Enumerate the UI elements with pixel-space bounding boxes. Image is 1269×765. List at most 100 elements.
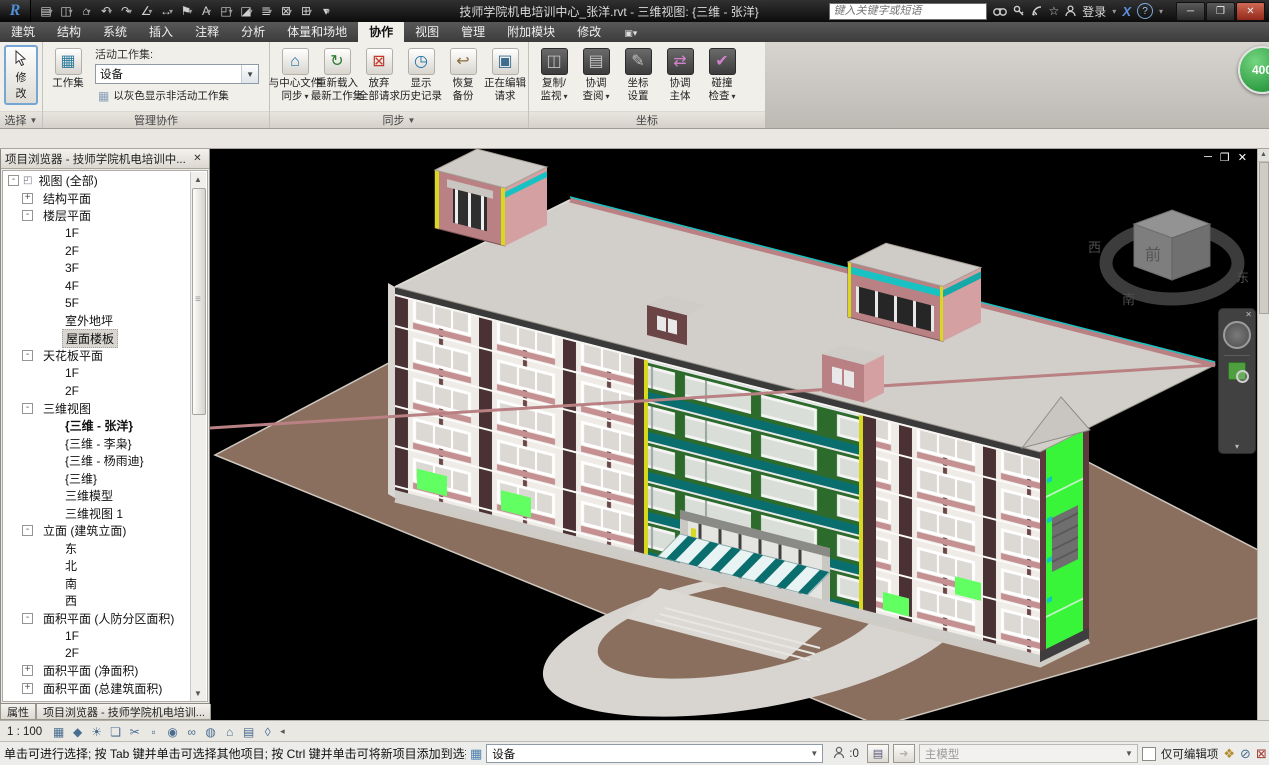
expand-toggle-icon[interactable]: - (22, 210, 33, 221)
text-icon[interactable]: A▾ (197, 2, 216, 20)
synchronize-with-central-button[interactable]: ⌂ 与中心文件 同步▾ (274, 45, 316, 103)
expand-toggle-icon[interactable] (46, 439, 55, 448)
expand-toggle-icon[interactable] (46, 649, 55, 658)
tree-item[interactable]: 2F (4, 382, 191, 400)
tree-item[interactable]: 3F (4, 260, 191, 278)
signin-dropdown-icon[interactable]: ▾ (1112, 7, 1116, 16)
section-icon[interactable]: ◪▾ (237, 2, 256, 20)
view-minimize-icon[interactable]: ─ (1204, 151, 1212, 164)
expand-toggle-icon[interactable] (46, 299, 55, 308)
expand-toggle-icon[interactable] (46, 334, 55, 343)
gray-inactive-worksets-button[interactable]: ▦ 以灰色显示非活动工作集 (95, 86, 259, 105)
tree-item[interactable]: 1F (4, 365, 191, 383)
steering-wheel-icon[interactable] (1223, 321, 1251, 349)
subscription-key-icon[interactable] (1013, 5, 1025, 17)
tab-annotate[interactable]: 注释 (184, 20, 230, 42)
editing-requests-button[interactable]: ▣ 正在编辑 请求▾ (484, 45, 526, 103)
scroll-down-icon[interactable]: ▼ (191, 686, 205, 701)
tab-view[interactable]: 视图 (404, 20, 450, 42)
worksets-button[interactable]: ▦ 工作集 (47, 45, 89, 91)
expand-toggle-icon[interactable]: - (22, 525, 33, 536)
project-browser-close-icon[interactable]: ✕ (190, 153, 205, 164)
ribbon-display-toggle[interactable]: ▣▾ (618, 25, 643, 42)
expand-toggle-icon[interactable] (46, 421, 55, 430)
expand-toggle-icon[interactable] (46, 491, 55, 500)
exchange-apps-icon[interactable]: X (1122, 4, 1131, 19)
view-scale-button[interactable]: 1 : 100 (7, 726, 42, 738)
undo-icon[interactable]: ↶▾ (97, 2, 116, 20)
expand-toggle-icon[interactable] (46, 579, 55, 588)
expand-toggle-icon[interactable]: + (22, 683, 33, 694)
aligned-dimension-icon[interactable]: ↔▾ (157, 2, 176, 20)
coordination-host-button[interactable]: ⇄ 协调 主体▾ (659, 45, 701, 103)
viewcube[interactable]: 西 南 东 前 (1088, 210, 1249, 307)
design-option-select[interactable]: 主模型▼ (919, 744, 1138, 763)
expand-toggle-icon[interactable]: - (8, 175, 19, 186)
status-workset-select[interactable]: 设备▼ (486, 744, 823, 763)
tree-item[interactable]: 室外地坪 (4, 312, 191, 330)
customize-qat-icon[interactable]: ▾▾ (317, 2, 336, 20)
canvas-scrollbar[interactable]: ▲ (1257, 148, 1269, 720)
tree-item[interactable]: 西 (4, 592, 191, 610)
visual-style-icon[interactable]: ◆ (69, 723, 86, 740)
expand-toggle-icon[interactable] (46, 631, 55, 640)
tree-item[interactable]: - 楼层平面 (4, 207, 191, 225)
select-pinned-toggle[interactable]: ⊠ (1256, 746, 1267, 762)
expand-toggle-icon[interactable] (46, 544, 55, 553)
tree-item[interactable]: {三维 - 李枭} (4, 435, 191, 453)
editing-requests-icon[interactable] (833, 746, 845, 762)
expand-toggle-icon[interactable] (46, 281, 55, 290)
tab-manage[interactable]: 管理 (450, 20, 496, 42)
tree-item[interactable]: {三维 - 张洋} (4, 417, 191, 435)
crop-view-icon[interactable]: ✂ (126, 723, 143, 740)
modify-button[interactable]: 修改 (4, 45, 38, 105)
tree-item[interactable]: 三维模型 (4, 487, 191, 505)
sign-in-icon[interactable] (1065, 5, 1076, 17)
sign-in-label[interactable]: 登录 (1082, 3, 1106, 20)
detail-level-icon[interactable]: ▦ (50, 723, 67, 740)
displacement-sets-icon[interactable]: ◊ (259, 723, 276, 740)
project-browser-titlebar[interactable]: 项目浏览器 - 技师学院机电培训中... ✕ (1, 149, 209, 169)
tab-architecture[interactable]: 建筑 (0, 20, 46, 42)
crop-region-visibility-icon[interactable]: ▫ (145, 723, 162, 740)
tab-modify[interactable]: 修改 (566, 20, 612, 42)
synchronize-panel-label[interactable]: 同步▼ (270, 111, 528, 128)
close-button[interactable]: ✕ (1236, 2, 1265, 21)
minimize-button[interactable]: ─ (1176, 2, 1205, 21)
thin-lines-icon[interactable]: ≣▾ (257, 2, 276, 20)
expand-toggle-icon[interactable] (46, 229, 55, 238)
active-workset-select[interactable]: 设备▼ (95, 64, 259, 84)
help-dropdown-icon[interactable]: ▾ (1159, 7, 1163, 16)
browser-scrollbar-thumb[interactable] (192, 188, 206, 415)
save-icon[interactable]: ◫▾ (57, 2, 76, 20)
tree-item[interactable]: {三维 - 杨雨迪} (4, 452, 191, 470)
tree-item[interactable]: 4F (4, 277, 191, 295)
application-menu-button[interactable]: R (0, 0, 31, 22)
expand-toggle-icon[interactable]: + (22, 665, 33, 676)
tree-item[interactable]: 5F (4, 295, 191, 313)
tree-item[interactable]: 东 (4, 540, 191, 558)
expand-toggle-icon[interactable] (46, 474, 55, 483)
expand-toggle-icon[interactable]: + (22, 193, 33, 204)
select-underlay-toggle[interactable]: ⊘ (1240, 746, 1251, 762)
tree-item[interactable]: - ◰ 视图 (全部) (4, 172, 191, 190)
expand-toggle-icon[interactable] (46, 386, 55, 395)
project-browser-tab[interactable]: 项目浏览器 - 技师学院机电培训... (36, 704, 211, 720)
tab-structure[interactable]: 结构 (46, 20, 92, 42)
tree-item[interactable]: 三维视图 1 (4, 505, 191, 523)
reveal-hidden-elements-icon[interactable]: ◍ (202, 723, 219, 740)
canvas-scroll-up-icon[interactable]: ▲ (1258, 148, 1269, 162)
expand-toggle-icon[interactable]: - (22, 350, 33, 361)
measure-icon[interactable]: ∠▾ (137, 2, 156, 20)
coordination-settings-button[interactable]: ✎ 坐标 设置▾ (617, 45, 659, 103)
expand-toggle-icon[interactable] (46, 596, 55, 605)
properties-tab[interactable]: 属性 (0, 704, 36, 720)
tree-item[interactable]: - 立面 (建筑立面) (4, 522, 191, 540)
tab-analyze[interactable]: 分析 (230, 20, 276, 42)
tree-item[interactable]: 2F (4, 645, 191, 663)
expand-toggle-icon[interactable] (46, 246, 55, 255)
copy-monitor-button[interactable]: ◫ 复制/ 监视▾ (533, 45, 575, 103)
tree-item[interactable]: + 面积平面 (净面积) (4, 662, 191, 680)
zoom-icon[interactable] (1228, 362, 1246, 380)
browser-scrollbar[interactable]: ▲ ▼ (190, 172, 206, 701)
